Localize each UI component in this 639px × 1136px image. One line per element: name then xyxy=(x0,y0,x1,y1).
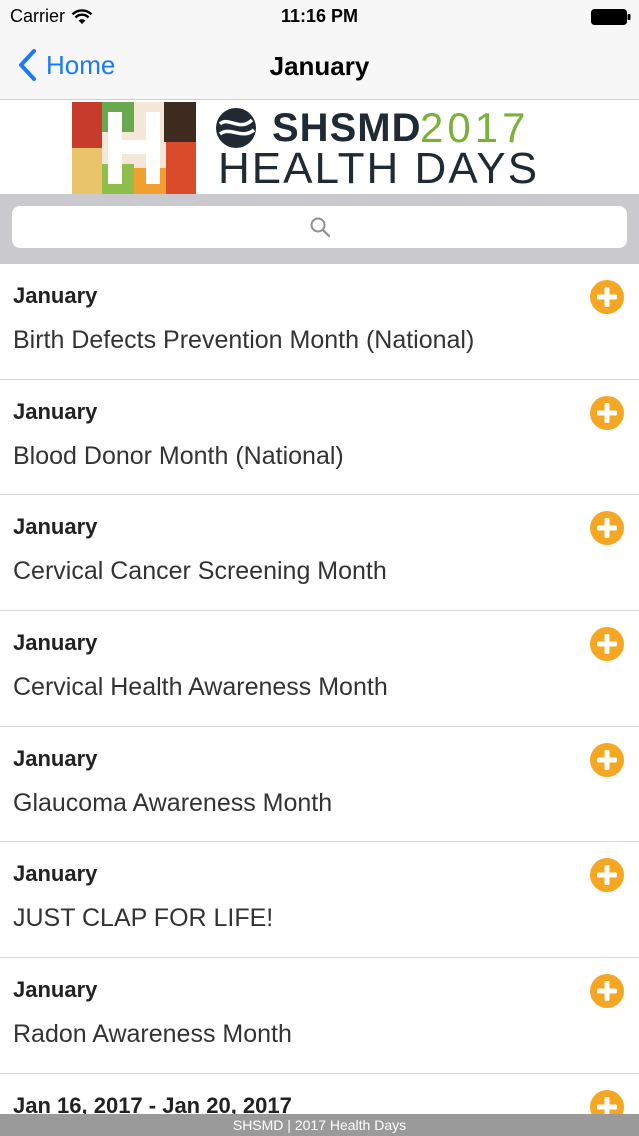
event-date: January xyxy=(13,861,98,887)
back-label: Home xyxy=(46,49,116,80)
event-date: January xyxy=(13,398,98,424)
event-date: Jan 16, 2017 - Jan 20, 2017 xyxy=(13,1092,292,1114)
add-circle-icon[interactable] xyxy=(589,857,625,893)
list-item[interactable]: January Birth Defects Prevention Month (… xyxy=(0,264,639,380)
event-title: Birth Defects Prevention Month (National… xyxy=(13,326,475,354)
footer-bar: SHSMD | 2017 Health Days xyxy=(0,1114,639,1136)
event-list: January Birth Defects Prevention Month (… xyxy=(0,264,639,1114)
event-title: Radon Awareness Month xyxy=(13,1020,292,1049)
navigation-bar: Home January xyxy=(0,34,639,100)
list-item[interactable]: Jan 16, 2017 - Jan 20, 2017 xyxy=(0,1074,639,1114)
banner-subtitle: HEALTH DAYS xyxy=(218,144,540,193)
event-date: January xyxy=(13,977,98,1003)
list-item[interactable]: January JUST CLAP FOR LIFE! xyxy=(0,842,639,959)
banner-collage-image xyxy=(72,102,196,194)
list-item[interactable]: January Blood Donor Month (National) xyxy=(0,380,639,496)
search-field[interactable] xyxy=(12,206,627,248)
event-date: January xyxy=(13,283,98,308)
add-circle-icon[interactable] xyxy=(589,973,625,1009)
event-title: JUST CLAP FOR LIFE! xyxy=(13,904,274,933)
banner: SHSMD 2017 HEALTH DAYS xyxy=(0,100,639,194)
add-circle-icon[interactable] xyxy=(589,1089,625,1114)
add-circle-icon[interactable] xyxy=(589,395,625,431)
add-circle-icon[interactable] xyxy=(589,742,625,778)
status-bar: Carrier 11:16 PM xyxy=(0,0,639,34)
add-circle-icon[interactable] xyxy=(589,626,625,662)
search-bar xyxy=(0,194,639,264)
event-title: Glaucoma Awareness Month xyxy=(13,788,333,817)
event-date: January xyxy=(13,745,98,771)
add-circle-icon[interactable] xyxy=(589,510,625,546)
event-date: January xyxy=(13,630,98,656)
battery-icon xyxy=(591,9,631,25)
event-title: Cervical Cancer Screening Month xyxy=(13,557,387,586)
event-date: January xyxy=(13,514,98,540)
list-item[interactable]: January Radon Awareness Month xyxy=(0,958,639,1074)
list-item[interactable]: January Glaucoma Awareness Month xyxy=(0,727,639,843)
event-title: Blood Donor Month (National) xyxy=(13,441,344,470)
status-time: 11:16 PM xyxy=(280,6,359,26)
list-item[interactable]: January Cervical Cancer Screening Month xyxy=(0,495,639,612)
list-item[interactable]: January Cervical Health Awareness Month xyxy=(0,611,639,727)
back-chevron-icon xyxy=(19,49,36,81)
add-circle-icon[interactable] xyxy=(589,279,625,315)
search-input[interactable] xyxy=(12,206,627,248)
event-title: Cervical Health Awareness Month xyxy=(13,673,388,702)
back-button[interactable]: Home xyxy=(16,48,115,82)
